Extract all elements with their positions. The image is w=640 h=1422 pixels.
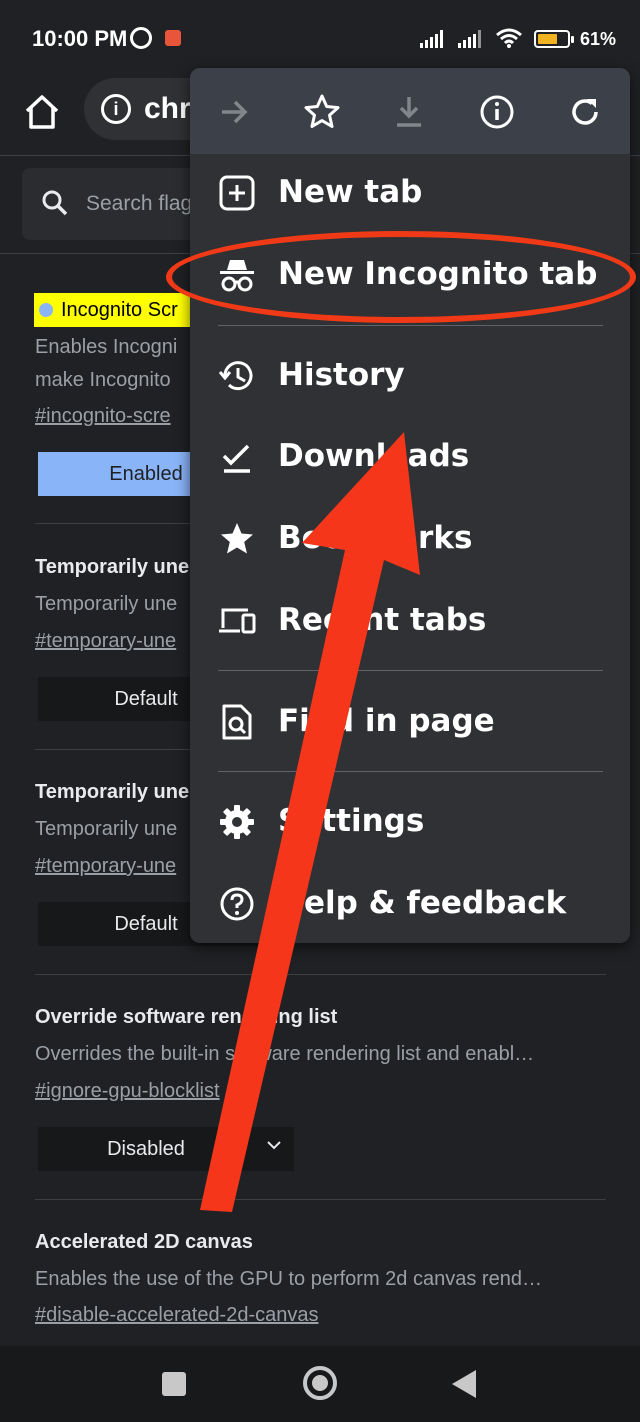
menu-item-label: Downloads — [278, 438, 470, 474]
signal-icon-2 — [458, 30, 481, 48]
menu-item-history[interactable]: History — [190, 337, 630, 417]
menu-item-label: History — [278, 357, 405, 393]
battery-icon — [534, 30, 574, 48]
status-time: 10:00 PM — [32, 26, 128, 51]
menu-item-find-in-page[interactable]: Find in page — [190, 683, 630, 763]
forward-icon[interactable] — [214, 92, 254, 132]
annotation-ellipse — [166, 231, 636, 323]
reload-icon[interactable] — [565, 92, 605, 132]
flag-title: Override software rendering list — [35, 1006, 338, 1028]
menu-item-downloads[interactable]: Downloads — [190, 418, 630, 498]
signal-icon — [420, 30, 443, 48]
menu-item-help-feedback[interactable]: Help & feedback — [190, 865, 630, 945]
divider — [35, 1199, 606, 1200]
gear-icon — [220, 805, 254, 839]
search-placeholder: Search flag — [86, 192, 193, 215]
flag-description: Temporarily une — [35, 593, 178, 615]
flag-description: Overrides the built-in software renderin… — [35, 1043, 535, 1065]
menu-item-label: Find in page — [278, 703, 495, 739]
download-icon[interactable] — [389, 92, 429, 132]
flag-select-value: Disabled — [107, 1138, 185, 1160]
find-in-page-icon — [222, 704, 252, 740]
flag-description: Enables the use of the GPU to perform 2d… — [35, 1268, 542, 1290]
flag-title: Temporarily une — [35, 556, 190, 578]
menu-item-settings[interactable]: Settings — [190, 783, 630, 863]
flag-description: Temporarily une — [35, 818, 178, 840]
overflow-menu: New tab New Incognito tab History Downlo… — [190, 68, 630, 943]
flag-title: Temporarily une — [35, 781, 190, 803]
menu-item-label: Help & feedback — [278, 885, 567, 921]
flag-description: make Incognito — [35, 369, 171, 391]
notification-icon — [165, 30, 181, 46]
devices-icon — [219, 608, 256, 634]
flag-select[interactable]: Disabled — [38, 1127, 294, 1171]
history-icon — [218, 361, 253, 391]
recent-apps-icon[interactable] — [162, 1372, 186, 1396]
flag-title: Incognito Scr — [61, 299, 178, 321]
flag-title-highlighted: Incognito Scr — [34, 293, 204, 327]
flag-link[interactable]: #temporary-une — [35, 855, 176, 878]
divider — [35, 974, 606, 975]
menu-item-label: Recent tabs — [278, 602, 487, 638]
menu-action-bar — [190, 68, 630, 154]
site-info-icon[interactable]: i — [101, 94, 131, 124]
menu-divider — [218, 670, 603, 671]
alarm-icon — [130, 27, 152, 49]
plus-square-icon — [219, 175, 255, 211]
wifi-icon — [496, 28, 522, 48]
chevron-down-icon — [267, 1141, 281, 1150]
menu-item-new-tab[interactable]: New tab — [190, 154, 630, 234]
flag-description: Enables Incogni — [35, 336, 178, 358]
back-icon[interactable] — [452, 1370, 476, 1398]
menu-item-label: Settings — [278, 803, 425, 839]
home-button-icon[interactable] — [303, 1366, 337, 1400]
menu-item-label: Bookmarks — [278, 520, 473, 556]
status-bar: 10:00 PM 61% — [0, 0, 640, 78]
search-icon — [42, 190, 68, 216]
home-icon[interactable] — [22, 92, 62, 132]
system-nav-bar — [0, 1346, 640, 1422]
flag-dot-icon — [39, 303, 53, 317]
flag-title: Accelerated 2D canvas — [35, 1231, 253, 1253]
menu-item-recent-tabs[interactable]: Recent tabs — [190, 582, 630, 662]
page-info-icon[interactable] — [477, 92, 517, 132]
flag-link[interactable]: #disable-accelerated-2d-canvas — [35, 1304, 319, 1327]
battery-percent: 61% — [580, 29, 617, 49]
help-icon — [220, 887, 254, 921]
omnibox-url: chr — [144, 92, 191, 125]
flag-link[interactable]: #temporary-une — [35, 630, 176, 653]
flag-link[interactable]: #ignore-gpu-blocklist — [35, 1080, 220, 1103]
star-icon — [221, 523, 253, 554]
bookmark-star-icon[interactable] — [302, 92, 342, 132]
menu-divider — [218, 325, 603, 326]
menu-item-bookmarks[interactable]: Bookmarks — [190, 500, 630, 580]
menu-divider — [218, 771, 603, 772]
menu-item-label: New tab — [278, 174, 423, 210]
download-check-icon — [222, 444, 250, 473]
flag-link[interactable]: #incognito-scre — [35, 405, 171, 428]
